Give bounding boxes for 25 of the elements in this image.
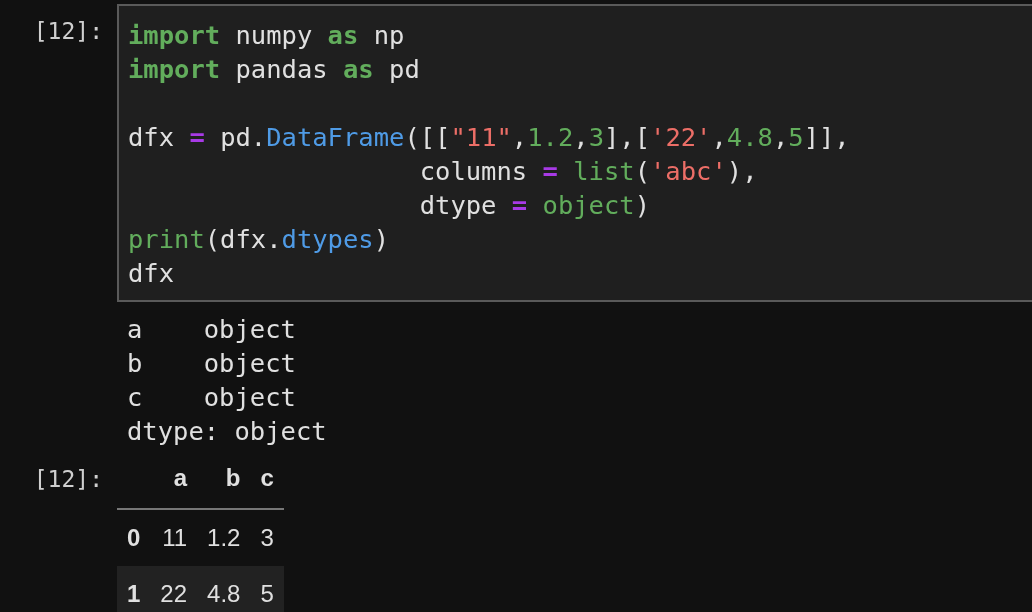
column-header: a bbox=[150, 452, 198, 509]
output-line: dtype: object bbox=[127, 415, 328, 448]
code-line: print(dfx.dtypes) bbox=[128, 223, 390, 256]
table-cell: 22 bbox=[150, 566, 198, 612]
code-line: dfx bbox=[128, 257, 176, 290]
code-line: columns = list('abc'), bbox=[418, 155, 759, 188]
code-line: dfx = pd.DataFrame([["11",1.2,3],['22',4.8,5]], bbox=[128, 121, 851, 154]
code-line: dtype = object) bbox=[418, 189, 651, 222]
table-cell: 3 bbox=[250, 509, 284, 566]
code-line: import pandas as pd bbox=[128, 53, 421, 86]
output-line: a object bbox=[127, 313, 297, 346]
output-prompt: [12]: bbox=[32, 465, 104, 492]
output-line: c object bbox=[127, 381, 297, 414]
row-index: 1 bbox=[117, 566, 151, 612]
input-prompt: [12]: bbox=[32, 17, 104, 44]
table-cell: 1.2 bbox=[197, 509, 251, 566]
output-line: b object bbox=[127, 347, 297, 380]
table-cell: 5 bbox=[250, 566, 284, 612]
table-cell: 11 bbox=[150, 509, 198, 566]
code-cell[interactable]: import numpy as np import pandas as pd dfx = pd.DataFrame([["11",1.2,3],['22',4.8,5]], columns = list('abc'), dtype = object) print(dfx.dtypes) dfx bbox=[117, 4, 1032, 302]
column-header: c bbox=[250, 452, 284, 509]
code-line: import numpy as np bbox=[128, 19, 406, 52]
row-index: 0 bbox=[117, 509, 151, 566]
table-cell: 4.8 bbox=[197, 566, 251, 612]
column-header: b bbox=[197, 452, 251, 509]
